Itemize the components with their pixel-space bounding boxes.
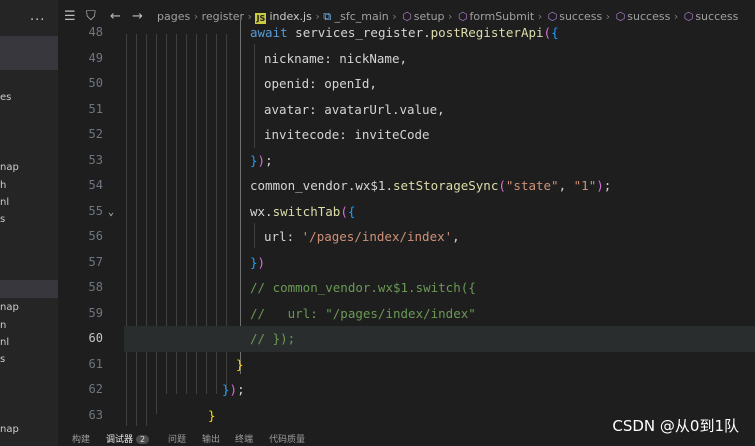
- sidebar-selected-item[interactable]: [0, 280, 58, 298]
- code-line[interactable]: 50 openid: openId,: [58, 71, 755, 97]
- comment-text: // });: [250, 331, 296, 346]
- comment-text: // common_vendor.wx$1.switch({: [250, 280, 476, 295]
- token: switchTab: [272, 203, 341, 219]
- watermark-text: CSDN @从0到1队: [612, 417, 739, 435]
- line-number: 63: [88, 407, 103, 422]
- token: ): [229, 382, 238, 397]
- fold-chevron-icon[interactable]: ⌄: [108, 207, 114, 218]
- tab-output[interactable]: 输出: [202, 432, 220, 445]
- code-line[interactable]: 56 url: '/pages/index/index',: [58, 224, 755, 250]
- token: }: [250, 152, 258, 168]
- token: ): [257, 254, 266, 270]
- token: postRegisterApi: [430, 25, 544, 40]
- sidebar-item[interactable]: s: [0, 354, 5, 365]
- sidebar-item[interactable]: h: [0, 180, 6, 191]
- sidebar-item[interactable]: nap: [0, 302, 19, 313]
- token: nickname: [264, 50, 325, 66]
- line-number: 53: [88, 152, 103, 167]
- line-number: 48: [88, 25, 103, 39]
- code-line[interactable]: 52 invitecode: inviteCode: [58, 122, 755, 148]
- tab-code-quality[interactable]: 代码质量: [269, 432, 305, 445]
- line-number: 61: [88, 356, 103, 371]
- token: '/pages/index/index': [301, 229, 453, 244]
- token: ,: [452, 229, 460, 244]
- code-line[interactable]: 54 common_vendor.wx$1.setStorageSync("st…: [58, 173, 755, 199]
- sidebar-item[interactable]: nap: [0, 424, 19, 435]
- line-number: 62: [88, 382, 103, 396]
- sidebar-item[interactable]: es: [0, 92, 11, 103]
- token: url: [264, 229, 287, 244]
- code-line[interactable]: 62 });: [58, 377, 755, 403]
- token: services_register.: [295, 25, 431, 40]
- token: (: [340, 203, 348, 219]
- token: : nickName,: [324, 50, 408, 66]
- sidebar-header: [0, 0, 58, 34]
- sidebar-item[interactable]: s: [0, 214, 5, 225]
- line-number: 55: [88, 203, 103, 218]
- tab-debugger-label: 调试器: [106, 435, 134, 445]
- token: : avatarUrl.value,: [309, 101, 445, 117]
- tab-debugger[interactable]: 调试器 2: [106, 432, 150, 445]
- token: ;: [265, 152, 273, 168]
- token: (: [498, 178, 506, 193]
- code-line[interactable]: 53 });: [58, 148, 755, 174]
- token: wx.: [250, 203, 273, 219]
- token: ;: [237, 382, 245, 397]
- comment-text: // url: "/pages/index/index": [250, 305, 476, 321]
- token: }: [236, 356, 244, 372]
- line-number: 59: [88, 305, 103, 320]
- current-line-highlight[interactable]: 60 // });: [89, 326, 755, 352]
- line-number: 58: [88, 280, 103, 294]
- token: {: [347, 203, 356, 219]
- token: setStorageSync: [393, 178, 499, 193]
- line-number: 54: [88, 178, 103, 192]
- code-line[interactable]: 51 avatar: avatarUrl.value,: [58, 97, 755, 123]
- token: ,: [558, 178, 574, 193]
- token: await: [250, 25, 288, 40]
- token: openid: [264, 76, 310, 91]
- sidebar-item[interactable]: n: [0, 320, 6, 331]
- token: "1": [573, 178, 597, 193]
- sidebar-item[interactable]: nl: [0, 197, 9, 208]
- code-line[interactable]: 48 await services_register.postRegisterA…: [58, 20, 755, 46]
- explorer-sidebar: ... es nap h nl s nap n nl s nap: [0, 0, 58, 446]
- line-number: 49: [88, 50, 103, 65]
- token: : openId,: [309, 76, 377, 91]
- code-line[interactable]: 61 }: [58, 352, 755, 378]
- code-editor[interactable]: 48 await services_register.postRegisterA…: [58, 20, 755, 426]
- token: ;: [603, 178, 612, 193]
- line-number: 60: [88, 331, 103, 345]
- token: "state": [505, 178, 559, 193]
- token: {: [551, 25, 559, 40]
- token: ): [257, 152, 266, 168]
- code-line[interactable]: 59 // url: "/pages/index/index": [58, 301, 755, 327]
- tab-problems[interactable]: 问题: [168, 432, 186, 445]
- line-number: 51: [88, 101, 103, 116]
- sidebar-item[interactable]: nap: [0, 162, 19, 173]
- token: }: [208, 407, 216, 423]
- sidebar-item[interactable]: nl: [0, 337, 9, 348]
- count-badge: 2: [136, 435, 150, 444]
- token: invitecode: [264, 127, 340, 142]
- sidebar-selected-item[interactable]: [0, 36, 58, 70]
- code-line[interactable]: 55 ⌄ wx.switchTab({: [58, 199, 755, 225]
- token: :: [286, 229, 302, 244]
- tab-build[interactable]: 构建: [72, 432, 90, 445]
- token: ): [596, 178, 604, 193]
- token: (: [543, 25, 552, 40]
- tab-terminal[interactable]: 终端: [235, 432, 253, 445]
- line-number: 56: [88, 229, 103, 243]
- code-line[interactable]: 49 nickname: nickName,: [58, 46, 755, 72]
- more-actions-button[interactable]: ...: [30, 9, 45, 24]
- code-line[interactable]: 57 }): [58, 250, 755, 276]
- token: : inviteCode: [339, 127, 430, 142]
- line-number: 50: [88, 76, 103, 90]
- line-number: 57: [88, 254, 103, 269]
- token: avatar: [264, 101, 310, 117]
- token: common_vendor.wx$1.: [250, 178, 393, 193]
- line-number: 52: [88, 127, 103, 141]
- token: }: [250, 254, 258, 270]
- token: }: [222, 382, 230, 397]
- code-line[interactable]: 58 // common_vendor.wx$1.switch({: [58, 275, 755, 301]
